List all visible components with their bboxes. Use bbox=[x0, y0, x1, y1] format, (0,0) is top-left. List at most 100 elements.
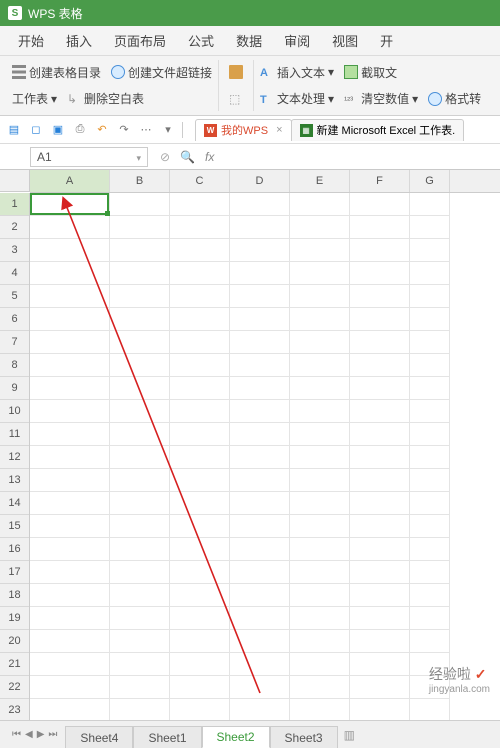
cell[interactable] bbox=[30, 216, 110, 239]
cell[interactable] bbox=[230, 216, 290, 239]
cell[interactable] bbox=[290, 308, 350, 331]
cell[interactable] bbox=[350, 400, 410, 423]
row-header[interactable]: 7 bbox=[0, 331, 29, 354]
qat-open-icon[interactable]: ◻ bbox=[28, 122, 44, 138]
cell[interactable] bbox=[110, 492, 170, 515]
column-header[interactable]: A bbox=[30, 170, 110, 192]
sheet-nav-first-icon[interactable]: ⏮ bbox=[12, 729, 21, 740]
cell[interactable] bbox=[350, 262, 410, 285]
sheet-tab[interactable]: Sheet4 bbox=[65, 726, 133, 748]
cell[interactable] bbox=[290, 446, 350, 469]
sheet-nav-last-icon[interactable]: ⏭ bbox=[48, 729, 57, 740]
cell[interactable] bbox=[170, 699, 230, 720]
cell[interactable] bbox=[170, 377, 230, 400]
brush-button[interactable] bbox=[229, 65, 243, 79]
cell[interactable] bbox=[350, 216, 410, 239]
menu-view[interactable]: 视图 bbox=[332, 31, 358, 50]
cell[interactable] bbox=[30, 400, 110, 423]
cell[interactable] bbox=[30, 193, 110, 216]
cell[interactable] bbox=[350, 285, 410, 308]
cell[interactable] bbox=[110, 354, 170, 377]
sheet-tab[interactable]: Sheet2 bbox=[202, 726, 270, 748]
row-header[interactable]: 3 bbox=[0, 239, 29, 262]
cell[interactable] bbox=[230, 469, 290, 492]
cell[interactable] bbox=[30, 423, 110, 446]
row-header[interactable]: 9 bbox=[0, 377, 29, 400]
cell[interactable] bbox=[410, 377, 450, 400]
cell[interactable] bbox=[350, 630, 410, 653]
cell[interactable] bbox=[410, 699, 450, 720]
cell[interactable] bbox=[350, 515, 410, 538]
cell[interactable] bbox=[350, 584, 410, 607]
cell[interactable] bbox=[110, 423, 170, 446]
format-button[interactable]: 格式转 bbox=[428, 90, 481, 107]
cell[interactable] bbox=[30, 262, 110, 285]
menu-formula[interactable]: 公式 bbox=[188, 31, 214, 50]
cell[interactable] bbox=[410, 331, 450, 354]
cell[interactable] bbox=[110, 193, 170, 216]
cell[interactable] bbox=[350, 607, 410, 630]
row-header[interactable]: 15 bbox=[0, 515, 29, 538]
row-header[interactable]: 20 bbox=[0, 630, 29, 653]
cell[interactable] bbox=[290, 676, 350, 699]
cell[interactable] bbox=[290, 561, 350, 584]
cell[interactable] bbox=[350, 354, 410, 377]
cell[interactable] bbox=[230, 538, 290, 561]
cell[interactable] bbox=[290, 584, 350, 607]
cell[interactable] bbox=[410, 262, 450, 285]
cell[interactable] bbox=[30, 331, 110, 354]
cell[interactable] bbox=[290, 515, 350, 538]
column-header[interactable]: E bbox=[290, 170, 350, 192]
close-tab-icon[interactable]: × bbox=[276, 124, 282, 136]
cell[interactable] bbox=[350, 492, 410, 515]
row-header[interactable]: 22 bbox=[0, 676, 29, 699]
cell[interactable] bbox=[30, 584, 110, 607]
row-header[interactable]: 5 bbox=[0, 285, 29, 308]
cell[interactable] bbox=[230, 308, 290, 331]
cell[interactable] bbox=[30, 308, 110, 331]
sheet-list-icon[interactable]: ▥ bbox=[344, 728, 355, 742]
cell[interactable] bbox=[410, 354, 450, 377]
cell[interactable] bbox=[290, 469, 350, 492]
cell[interactable] bbox=[230, 400, 290, 423]
cell[interactable] bbox=[410, 515, 450, 538]
cell[interactable] bbox=[350, 239, 410, 262]
cell[interactable] bbox=[410, 308, 450, 331]
qat-redo-icon[interactable]: ↷ bbox=[116, 122, 132, 138]
cell[interactable] bbox=[290, 400, 350, 423]
cell[interactable] bbox=[230, 423, 290, 446]
menu-review[interactable]: 审阅 bbox=[284, 31, 310, 50]
column-header[interactable]: D bbox=[230, 170, 290, 192]
qat-print-icon[interactable]: ⎙ bbox=[72, 122, 88, 138]
cell[interactable] bbox=[350, 377, 410, 400]
cell[interactable] bbox=[230, 584, 290, 607]
cell[interactable] bbox=[410, 469, 450, 492]
cell[interactable] bbox=[170, 423, 230, 446]
row-header[interactable]: 12 bbox=[0, 446, 29, 469]
cell[interactable] bbox=[350, 308, 410, 331]
row-header[interactable]: 23 bbox=[0, 699, 29, 720]
menu-data[interactable]: 数据 bbox=[236, 31, 262, 50]
column-header[interactable]: F bbox=[350, 170, 410, 192]
cell[interactable] bbox=[290, 699, 350, 720]
cell[interactable] bbox=[230, 561, 290, 584]
cell[interactable] bbox=[170, 492, 230, 515]
insert-text-button[interactable]: 插入文本 ▾ bbox=[260, 64, 334, 81]
cell[interactable] bbox=[410, 423, 450, 446]
cell[interactable] bbox=[410, 538, 450, 561]
cell[interactable] bbox=[30, 607, 110, 630]
cell[interactable] bbox=[350, 561, 410, 584]
cell[interactable] bbox=[170, 400, 230, 423]
checkbox-button[interactable] bbox=[229, 92, 243, 106]
cell[interactable] bbox=[410, 561, 450, 584]
cell[interactable] bbox=[170, 331, 230, 354]
doc-tab-wps[interactable]: W 我的WPS × bbox=[195, 119, 292, 141]
cell[interactable] bbox=[350, 193, 410, 216]
sheet-tab[interactable]: Sheet3 bbox=[270, 726, 338, 748]
cell[interactable] bbox=[290, 423, 350, 446]
cell[interactable] bbox=[110, 630, 170, 653]
row-header[interactable]: 6 bbox=[0, 308, 29, 331]
cell[interactable] bbox=[290, 630, 350, 653]
cell[interactable] bbox=[410, 446, 450, 469]
qat-floppy-icon[interactable]: ▣ bbox=[50, 122, 66, 138]
